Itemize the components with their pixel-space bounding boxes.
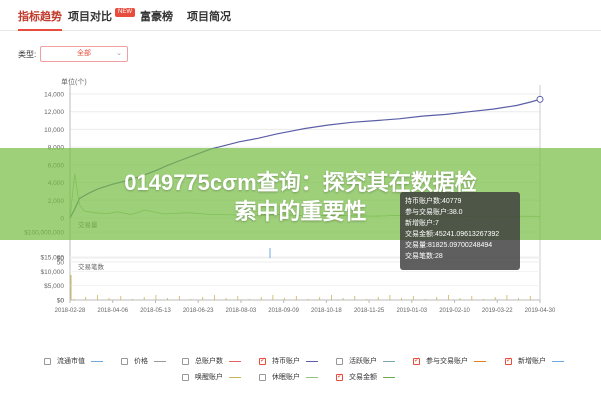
tooltip-line: 新增账户:7 [405,220,439,227]
x-tick-label: 2018-10-18 [311,308,342,314]
chart-tooltip: 持币账户数:40779 参与交易账户:38.0 新增账户:7 交易金额:4524… [400,192,520,270]
legend-line-icon [229,376,241,378]
legend-line-icon [306,360,318,362]
x-tick-label: 2019-03-22 [482,308,513,314]
legend-item[interactable]: 休眠账户 [259,372,318,382]
legend-label: 交易金额 [349,374,377,381]
legend-line-icon [474,360,486,362]
legend-item[interactable]: 总账户数 [182,356,241,366]
tooltip-line: 交易量:81825.09700248494 [405,242,493,249]
checkbox-checked-icon[interactable] [505,356,512,365]
tooltip-line: 参与交易账户:38.0 [405,209,463,216]
x-tick-label: 2018-02-28 [55,308,86,314]
y-tick-label: 12,000 [44,109,64,116]
legend-item[interactable]: 参与交易账户 [413,356,486,366]
legend-line-icon [229,360,241,362]
legend-label: 休眠账户 [272,374,300,381]
checkbox-icon[interactable] [121,357,128,365]
panel-label: 交易笔数 [78,262,105,271]
y-tick-label: $5,000 [44,283,64,290]
checkbox-icon[interactable] [182,373,189,381]
x-tick-label: 2018-04-06 [97,308,128,314]
legend-label: 总账户数 [195,358,223,365]
legend-line-icon [383,376,395,378]
legend-line-icon [552,360,564,362]
legend-line-icon [91,360,103,362]
legend-label: 唤醒账户 [195,374,223,381]
legend-label: 参与交易账户 [426,358,468,365]
legend-item[interactable]: 价格 [121,356,166,366]
x-tick-label: 2018-06-23 [183,308,214,314]
legend-item[interactable]: 交易金额 [336,372,395,382]
x-tick-label: 2018-11-25 [354,308,385,314]
legend-label: 价格 [134,358,148,365]
legend-item[interactable]: 唤醒账户 [182,372,241,382]
x-tick-label: 2018-08-03 [226,308,257,314]
legend-line-icon [154,360,166,362]
legend-label: 活跃账户 [349,358,377,365]
legend-item[interactable]: 持币账户 [259,356,318,366]
checkbox-icon[interactable] [259,373,266,381]
legend-line-icon [306,376,318,378]
checkbox-icon[interactable] [336,357,343,365]
checkbox-checked-icon[interactable] [413,356,420,365]
legend-label: 流通市值 [57,358,85,365]
legend-item[interactable]: 活跃账户 [336,356,395,366]
hover-point [536,95,544,103]
checkbox-icon[interactable] [182,357,189,365]
x-tick-label: 2019-01-03 [396,308,427,314]
x-tick-label: 2018-09-09 [268,308,299,314]
legend-label: 持币账户 [272,358,300,365]
y-tick-label: $15,000 [41,255,65,262]
tooltip-line: 持币账户数:40779 [405,198,462,205]
y-tick-label: 14,000 [44,92,64,99]
tooltip-line: 交易笔数:28 [405,253,443,260]
legend-label: 新增账户 [518,358,546,365]
tooltip-line: 交易金额:45241.09613267392 [405,231,500,238]
chart-legend: 流通市值 价格 总账户数 持币账户 活跃账户 参与交易账户 新增账户唤醒账户 休眠账户 交易金额 [0,352,601,400]
legend-item[interactable]: 流通市值 [44,356,103,366]
checkbox-icon[interactable] [44,357,51,365]
legend-line-icon [383,360,395,362]
y-tick-label: $0 [57,298,65,305]
checkbox-checked-icon[interactable] [336,372,343,381]
x-tick-label: 2018-05-13 [140,308,171,314]
x-tick-label: 2019-04-30 [525,308,556,314]
y-tick-label: $10,000 [41,269,65,276]
legend-item[interactable]: 新增账户 [505,356,564,366]
y-tick-label: 10,000 [44,127,64,134]
checkbox-checked-icon[interactable] [259,356,266,365]
x-tick-label: 2019-02-10 [439,308,470,314]
